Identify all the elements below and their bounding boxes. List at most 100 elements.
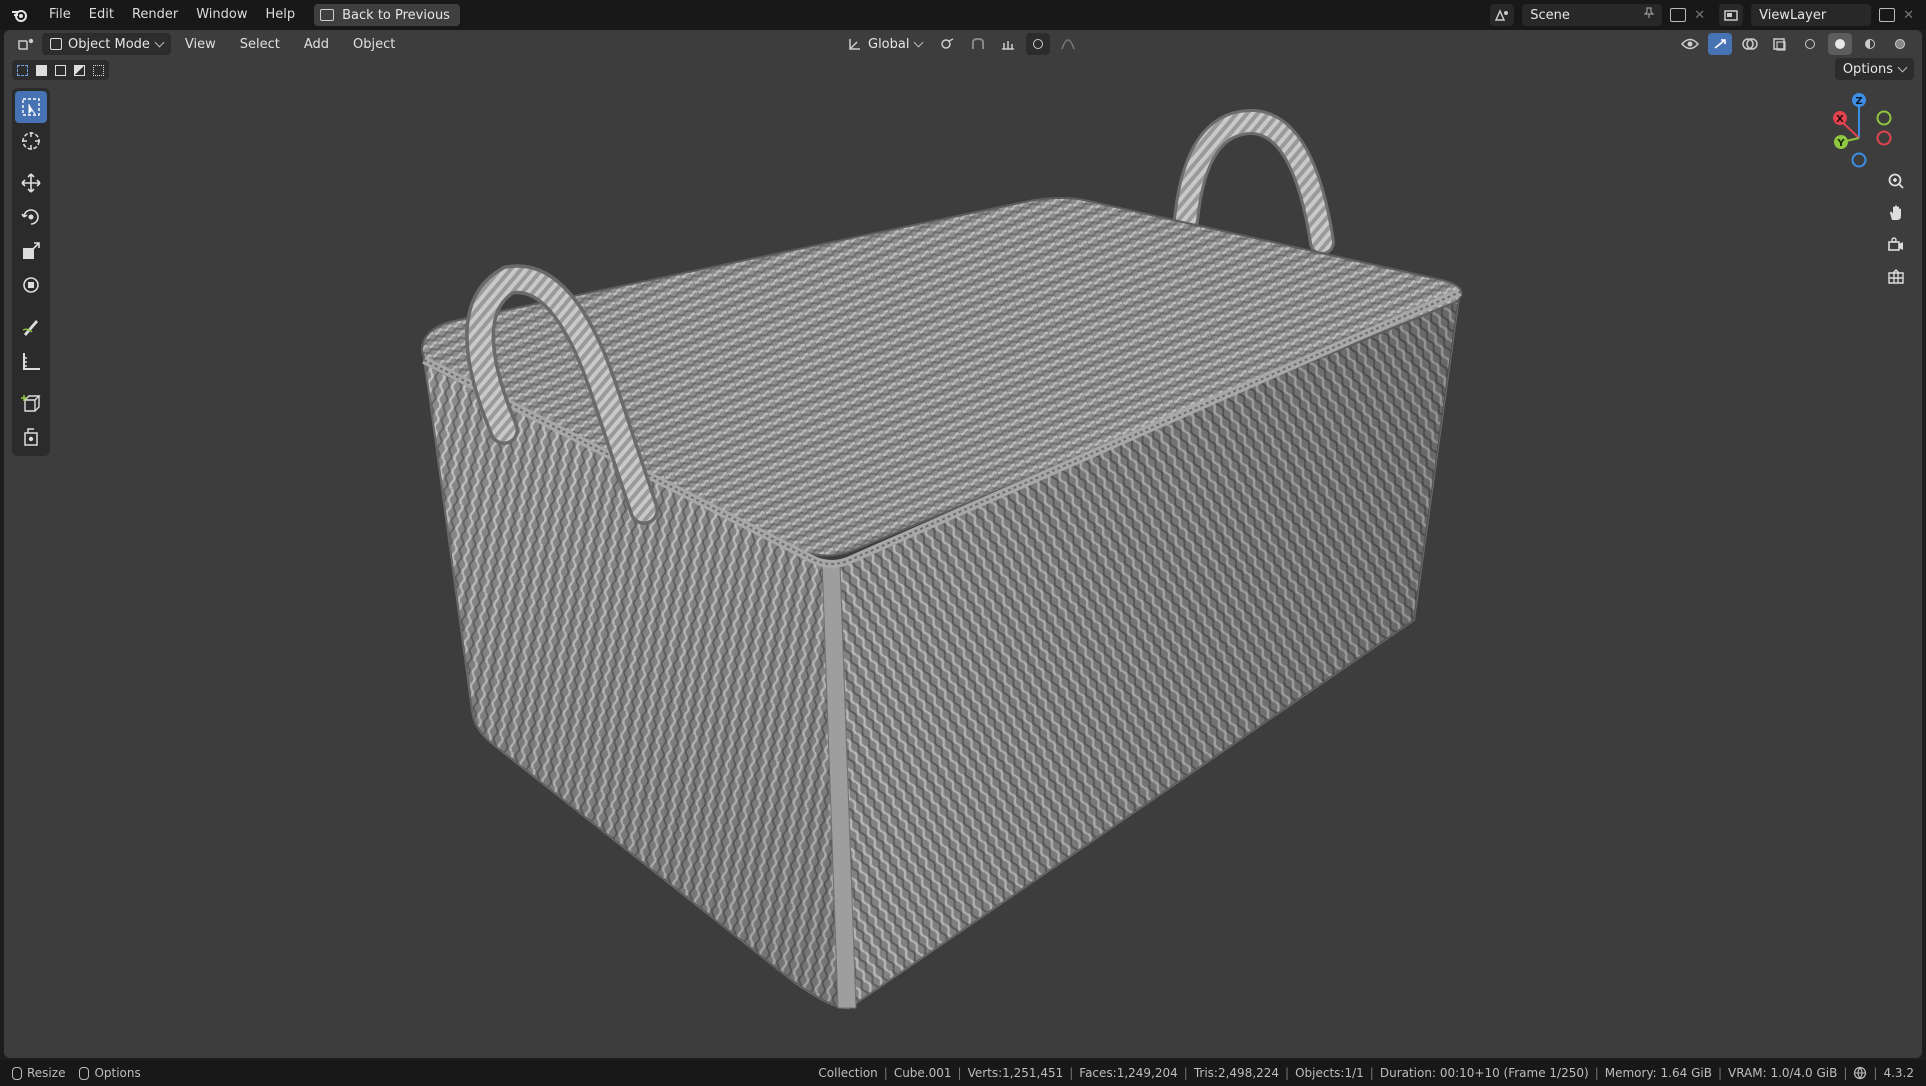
chevron-down-icon [914, 37, 924, 47]
new-scene-icon[interactable] [1670, 8, 1687, 22]
overlays-icon[interactable] [1738, 33, 1762, 55]
back-to-previous-label: Back to Previous [342, 7, 450, 23]
pivot-point-icon[interactable] [936, 33, 960, 55]
top-bar: File Edit Render Window Help Back to Pre… [0, 0, 1926, 30]
xray-icon[interactable] [1768, 33, 1792, 55]
menu-window[interactable]: Window [187, 0, 256, 30]
solid-dot-icon [1835, 39, 1845, 49]
view-layer-icon[interactable] [1719, 4, 1744, 26]
navigation-gizmo[interactable]: Z X Y [1814, 90, 1904, 180]
add-object-tool-icon[interactable] [15, 421, 47, 453]
proportional-editing-icon[interactable] [1026, 33, 1051, 55]
main-menu: File Edit Render Window Help [40, 0, 304, 30]
blender-logo-icon[interactable] [0, 0, 40, 30]
pin-icon[interactable] [1643, 7, 1655, 23]
options-label: Options [1842, 61, 1893, 77]
menu-help[interactable]: Help [257, 0, 305, 30]
pan-hand-icon[interactable] [1882, 200, 1910, 226]
scene-selectors: Scene ✕ ViewLayer ✕ [1490, 0, 1926, 30]
material-shading-icon[interactable] [1858, 33, 1882, 55]
gizmo-z-label: Z [1855, 96, 1862, 107]
stat-duration: Duration: 00:10+10 (Frame 1/250) [1379, 1066, 1589, 1080]
status-bar: Resize Options Collection | Cube.001 | Ver… [0, 1060, 1926, 1086]
mouse-left-icon [12, 1066, 22, 1080]
stat-collection: Collection [818, 1066, 878, 1080]
select-extend-icon[interactable] [33, 62, 50, 78]
back-to-previous-button[interactable]: Back to Previous [314, 4, 460, 26]
menu-file[interactable]: File [40, 0, 80, 30]
move-tool-icon[interactable] [15, 167, 47, 199]
menu-render[interactable]: Render [123, 0, 187, 30]
annotate-tool-icon[interactable] [15, 311, 47, 343]
ortho-grid-icon[interactable] [1882, 264, 1910, 290]
version-label: 4.3.2 [1883, 1066, 1914, 1080]
menu-view[interactable]: View [175, 37, 226, 52]
snap-target-icon[interactable] [996, 33, 1020, 55]
solid-shading-icon[interactable] [1828, 33, 1852, 55]
new-view-layer-icon[interactable] [1879, 8, 1896, 22]
gizmo-neg-z-axis[interactable] [1851, 152, 1867, 168]
navigation-buttons [1882, 168, 1910, 290]
transform-tool-icon[interactable] [15, 269, 47, 301]
orientation-icon [849, 39, 860, 50]
stat-vram: VRAM: 1.0/4.0 GiB [1727, 1066, 1838, 1080]
menu-edit[interactable]: Edit [80, 0, 123, 30]
scale-tool-icon[interactable] [15, 235, 47, 267]
object-mode-icon [50, 38, 62, 50]
mode-label: Object Mode [68, 36, 150, 52]
wireframe-shading-icon[interactable] [1798, 33, 1822, 55]
selection-mode-buttons [12, 60, 109, 80]
chevron-down-icon [154, 37, 165, 47]
select-invert-icon[interactable] [71, 62, 88, 78]
stat-memory: Memory: 1.64 GiB [1604, 1066, 1712, 1080]
scene-statistics: Collection | Cube.001 | Verts:1,251,451 | F… [818, 1066, 1914, 1080]
screen-back-icon [320, 9, 335, 21]
rotate-tool-icon[interactable] [15, 201, 47, 233]
3d-viewport[interactable]: Object Mode View Select Add Object Globa… [4, 30, 1922, 1058]
status-options-label: Options [94, 1066, 141, 1080]
gizmo-x-label: X [1836, 114, 1844, 125]
viewport-header: Object Mode View Select Add Object Globa… [4, 30, 1922, 58]
select-subtract-icon[interactable] [52, 62, 69, 78]
orientation-label: Global [868, 36, 910, 52]
tool-shelf [12, 88, 50, 456]
status-resize-label: Resize [27, 1066, 66, 1080]
transform-settings: Global [840, 33, 1080, 55]
select-box-tool-icon[interactable] [15, 91, 47, 123]
mode-dropdown[interactable]: Object Mode [42, 33, 171, 55]
camera-view-icon[interactable] [1882, 232, 1910, 258]
menu-add[interactable]: Add [294, 37, 339, 52]
visibility-icon[interactable] [1678, 33, 1702, 55]
wicker-basket-model[interactable] [4, 30, 1922, 1058]
cursor-tool-icon[interactable] [15, 125, 47, 157]
scene-field[interactable]: Scene [1522, 4, 1663, 26]
chevron-down-icon [1897, 62, 1908, 72]
scene-icon[interactable] [1490, 4, 1515, 26]
stat-verts: Verts:1,251,451 [967, 1066, 1064, 1080]
editor-type-icon[interactable] [14, 33, 38, 55]
snap-icon[interactable] [966, 33, 990, 55]
status-options: Options [79, 1066, 141, 1080]
view-layer-name: ViewLayer [1759, 7, 1827, 23]
rendered-shading-icon[interactable] [1888, 33, 1912, 55]
viewport-display-settings [1678, 33, 1912, 55]
falloff-icon[interactable] [1056, 33, 1080, 55]
options-dropdown[interactable]: Options [1834, 58, 1914, 80]
add-cube-tool-icon[interactable] [15, 387, 47, 419]
measure-tool-icon[interactable] [15, 345, 47, 377]
select-intersect-icon[interactable] [90, 62, 107, 78]
remove-scene-icon[interactable]: ✕ [1694, 8, 1705, 23]
gizmo-toggle-icon[interactable] [1708, 33, 1732, 55]
menu-object[interactable]: Object [343, 37, 405, 52]
view-layer-field[interactable]: ViewLayer [1751, 4, 1872, 26]
orientation-dropdown[interactable]: Global [840, 33, 930, 55]
proportional-dot-icon [1033, 39, 1044, 49]
gizmo-neg-x-axis[interactable] [1876, 130, 1892, 146]
menu-select[interactable]: Select [230, 37, 290, 52]
scene-name: Scene [1530, 7, 1570, 23]
remove-view-layer-icon[interactable]: ✕ [1903, 8, 1914, 23]
select-new-icon[interactable] [14, 62, 31, 78]
gizmo-neg-y-axis[interactable] [1876, 110, 1892, 126]
wireframe-dot-icon [1805, 39, 1815, 49]
zoom-icon[interactable] [1882, 168, 1910, 194]
